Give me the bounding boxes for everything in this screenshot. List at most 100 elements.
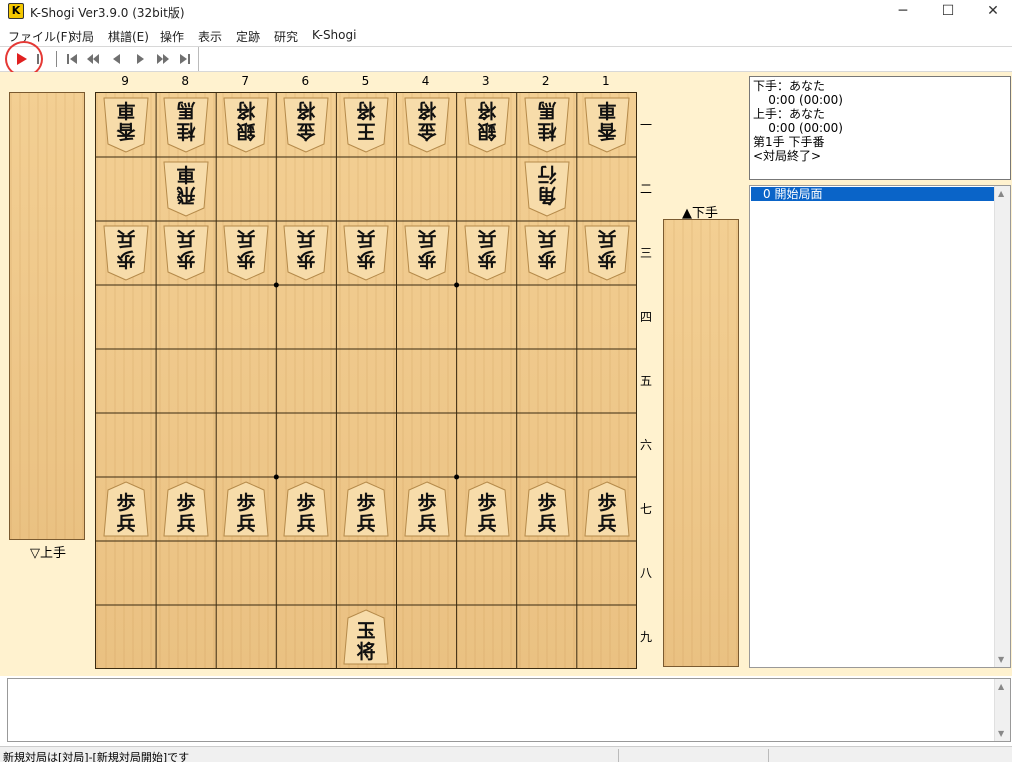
piece-char-bottom: 兵 bbox=[177, 227, 196, 249]
shogi-piece[interactable]: 歩兵 bbox=[521, 480, 573, 538]
back-one-icon[interactable] bbox=[108, 51, 124, 67]
move-list[interactable]: 0 開始局面 ▲ ▼ bbox=[749, 185, 1011, 668]
rank-label: 四 bbox=[640, 310, 653, 324]
piece-char-top: 歩 bbox=[417, 491, 436, 514]
shogi-piece[interactable]: 歩兵 bbox=[280, 480, 332, 538]
menu-kifu[interactable]: 棋譜(E) bbox=[108, 28, 149, 45]
shogi-piece[interactable]: 歩兵 bbox=[461, 224, 513, 282]
piece-char-top: 香 bbox=[596, 120, 617, 142]
last-move-icon[interactable] bbox=[177, 51, 193, 67]
shogi-piece[interactable]: 銀将 bbox=[220, 96, 272, 154]
shogi-piece[interactable]: 歩兵 bbox=[401, 224, 453, 282]
menu-bar: ファイル(F) 対局 棋譜(E) 操作 表示 定跡 研究 K-Shogi bbox=[0, 26, 1012, 46]
shogi-piece[interactable]: 歩兵 bbox=[100, 224, 152, 282]
shogi-piece[interactable]: 歩兵 bbox=[401, 480, 453, 538]
shogi-piece[interactable]: 金将 bbox=[401, 96, 453, 154]
comment-box[interactable]: ▲ ▼ bbox=[7, 678, 1011, 742]
star-point bbox=[273, 474, 279, 480]
shogi-piece[interactable]: 歩兵 bbox=[581, 224, 633, 282]
piece-char-bottom: 兵 bbox=[417, 227, 436, 249]
menu-research[interactable]: 研究 bbox=[274, 28, 298, 45]
forward-one-icon[interactable] bbox=[133, 51, 149, 67]
back-many-icon[interactable] bbox=[85, 51, 101, 67]
shogi-piece[interactable]: 歩兵 bbox=[461, 480, 513, 538]
rank-label: 三 bbox=[640, 246, 653, 260]
shogi-piece[interactable]: 歩兵 bbox=[581, 480, 633, 538]
status-bar: 新規対局は[対局]-[新規対局開始]です bbox=[0, 746, 1012, 762]
toolbar-separator bbox=[56, 51, 57, 67]
rank-label: 六 bbox=[640, 438, 653, 452]
piece-char-top: 歩 bbox=[237, 248, 256, 271]
shogi-piece[interactable]: 銀将 bbox=[461, 96, 513, 154]
piece-char-bottom: 兵 bbox=[177, 513, 196, 535]
piece-char-top: 歩 bbox=[297, 491, 316, 514]
piece-char-top: 銀 bbox=[237, 120, 256, 143]
game-info-panel: 下手：あなた 0:00 (00:00) 上手：あなた 0:00 (00:00) … bbox=[749, 76, 1011, 180]
shogi-piece[interactable]: 歩兵 bbox=[220, 480, 272, 538]
piece-char-top: 歩 bbox=[117, 248, 136, 271]
gote-piece-stand[interactable] bbox=[9, 92, 85, 540]
file-label: 4 bbox=[421, 74, 430, 88]
file-label: 7 bbox=[241, 74, 250, 88]
rank-label: 七 bbox=[640, 502, 653, 516]
rank-label: 八 bbox=[640, 566, 653, 580]
piece-char-top: 歩 bbox=[597, 248, 616, 271]
shogi-piece[interactable]: 歩兵 bbox=[220, 224, 272, 282]
menu-operation[interactable]: 操作 bbox=[160, 28, 184, 45]
piece-char-bottom: 行 bbox=[537, 163, 557, 186]
shogi-piece[interactable]: 金将 bbox=[280, 96, 332, 154]
piece-char-top: 歩 bbox=[537, 491, 556, 514]
shogi-piece[interactable]: 角行 bbox=[521, 160, 573, 218]
piece-char-top: 香 bbox=[116, 120, 137, 142]
piece-char-top: 銀 bbox=[477, 120, 496, 143]
file-label: 2 bbox=[541, 74, 550, 88]
piece-char-top: 歩 bbox=[417, 248, 436, 271]
shogi-piece[interactable]: 歩兵 bbox=[280, 224, 332, 282]
move-list-scrollbar[interactable]: ▲ ▼ bbox=[994, 186, 1010, 667]
file-label: 3 bbox=[481, 74, 490, 88]
shogi-piece[interactable]: 飛車 bbox=[160, 160, 212, 218]
shogi-piece[interactable]: 香車 bbox=[100, 96, 152, 154]
first-move-icon[interactable] bbox=[64, 51, 80, 67]
minimize-button[interactable]: ─ bbox=[880, 0, 926, 24]
shogi-piece[interactable]: 歩兵 bbox=[160, 480, 212, 538]
shogi-piece[interactable]: 桂馬 bbox=[521, 96, 573, 154]
menu-kshogi[interactable]: K-Shogi bbox=[312, 28, 356, 42]
status-text: 新規対局は[対局]-[新規対局開始]です bbox=[3, 751, 190, 762]
file-label: 5 bbox=[361, 74, 370, 88]
piece-char-top: 王 bbox=[357, 120, 376, 142]
gote-label: ▽上手 bbox=[30, 546, 66, 561]
piece-char-bottom: 将 bbox=[357, 640, 376, 663]
piece-char-bottom: 兵 bbox=[297, 227, 316, 249]
shogi-piece[interactable]: 歩兵 bbox=[100, 480, 152, 538]
menu-game[interactable]: 対局 bbox=[70, 28, 94, 45]
scroll-up-icon[interactable]: ▲ bbox=[998, 682, 1004, 691]
maximize-button[interactable]: ☐ bbox=[925, 0, 971, 24]
piece-char-top: 飛 bbox=[177, 184, 196, 206]
shogi-board[interactable]: 香車桂馬銀将金将王将金将銀将桂馬香車飛車角行歩兵歩兵歩兵歩兵歩兵歩兵歩兵歩兵歩兵… bbox=[95, 92, 637, 669]
scroll-down-icon[interactable]: ▼ bbox=[998, 729, 1004, 738]
file-label: 8 bbox=[181, 74, 189, 88]
menu-joseki[interactable]: 定跡 bbox=[236, 28, 260, 45]
shogi-piece[interactable]: 歩兵 bbox=[340, 224, 392, 282]
piece-char-bottom: 兵 bbox=[117, 513, 136, 535]
shogi-piece[interactable]: 歩兵 bbox=[521, 224, 573, 282]
scroll-up-icon[interactable]: ▲ bbox=[998, 189, 1004, 198]
piece-char-bottom: 車 bbox=[117, 99, 136, 122]
shogi-piece[interactable]: 歩兵 bbox=[160, 224, 212, 282]
sente-piece-stand[interactable] bbox=[663, 219, 739, 667]
sente-time: 0:00 (00:00) bbox=[753, 93, 843, 107]
forward-many-icon[interactable] bbox=[155, 51, 171, 67]
menu-view[interactable]: 表示 bbox=[198, 28, 222, 45]
shogi-piece[interactable]: 玉将 bbox=[340, 608, 392, 666]
shogi-piece[interactable]: 王将 bbox=[340, 96, 392, 154]
comment-scrollbar[interactable]: ▲ ▼ bbox=[994, 679, 1010, 741]
close-button[interactable]: ✕ bbox=[970, 0, 1012, 24]
star-point bbox=[454, 474, 460, 480]
piece-char-bottom: 兵 bbox=[597, 513, 616, 535]
shogi-piece[interactable]: 香車 bbox=[581, 96, 633, 154]
move-list-item[interactable]: 0 開始局面 bbox=[751, 187, 994, 201]
scroll-down-icon[interactable]: ▼ bbox=[998, 655, 1004, 664]
shogi-piece[interactable]: 歩兵 bbox=[340, 480, 392, 538]
shogi-piece[interactable]: 桂馬 bbox=[160, 96, 212, 154]
